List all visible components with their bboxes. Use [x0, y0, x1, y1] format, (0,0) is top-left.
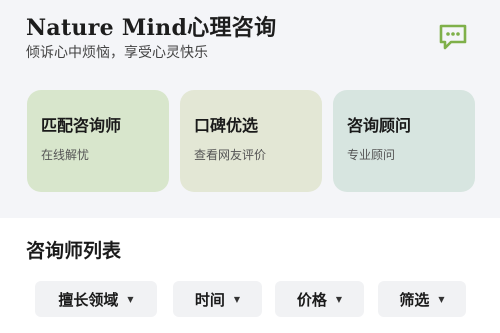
page-title: Nature Mind心理咨询 — [26, 10, 276, 42]
caret-down-icon: ▼ — [233, 294, 241, 304]
card-title: 匹配咨询师 — [41, 116, 122, 135]
card-subtitle: 专业顾问 — [347, 148, 396, 162]
title-rest: 心理咨询 — [187, 16, 277, 41]
header: Nature Mind心理咨询 倾诉心中烦恼，享受心灵快乐 — [0, 0, 500, 72]
card-subtitle: 在线解忧 — [41, 148, 90, 162]
filter-more[interactable]: 筛选 ▼ — [378, 281, 466, 317]
caret-down-icon: ▼ — [438, 294, 445, 304]
filter-label: 时间 — [194, 290, 225, 309]
filter-price[interactable]: 价格 ▼ — [275, 281, 364, 317]
card-title: 口碑优选 — [194, 116, 259, 135]
counselor-list-section: 咨询师列表 擅长领域 ▼ 时间 ▼ 价格 ▼ 筛选 ▼ — [0, 218, 500, 333]
page: Nature Mind心理咨询 倾诉心中烦恼，享受心灵快乐 匹配咨询师 在线解忧… — [0, 0, 500, 333]
chat-bubble-icon — [439, 24, 467, 50]
page-subtitle: 倾诉心中烦恼，享受心灵快乐 — [26, 45, 208, 61]
filter-label: 价格 — [296, 290, 327, 309]
card-consultant[interactable]: 咨询顾问 专业顾问 — [333, 90, 475, 192]
title-brand: Nature Mind — [26, 15, 188, 41]
card-reputation-picks[interactable]: 口碑优选 查看网友评价 — [180, 90, 322, 192]
caret-down-icon: ▼ — [127, 294, 134, 304]
filter-specialty[interactable]: 擅长领域 ▼ — [35, 281, 157, 317]
message-button[interactable] — [438, 24, 468, 50]
filter-label: 擅长领域 — [58, 290, 119, 309]
caret-down-icon: ▼ — [335, 294, 343, 304]
card-match-counselor[interactable]: 匹配咨询师 在线解忧 — [27, 90, 169, 192]
card-subtitle: 查看网友评价 — [194, 148, 267, 162]
card-title: 咨询顾问 — [347, 116, 412, 135]
section-title: 咨询师列表 — [26, 240, 122, 262]
filter-time[interactable]: 时间 ▼ — [173, 281, 262, 317]
filter-label: 筛选 — [399, 290, 430, 309]
